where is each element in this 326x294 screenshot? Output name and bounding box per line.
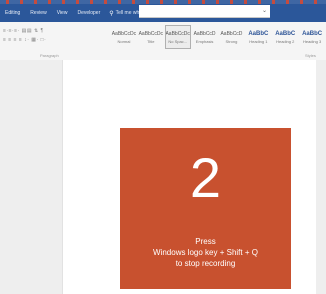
style-title[interactable]: AaBbCcDc Title xyxy=(138,25,164,49)
style-name: Heading 1 xyxy=(249,38,268,44)
style-preview: AaBbCcDc xyxy=(111,30,137,37)
styles-group-label: Styles xyxy=(305,53,316,58)
style-preview: AaBbCcDc xyxy=(138,30,164,37)
paragraph-tools-row-2[interactable]: ≡ ≡ ≡ ≡ ↕· ▦· □· xyxy=(3,36,107,45)
menu-item-view[interactable]: View xyxy=(52,10,73,16)
style-preview: AaBbCcDc xyxy=(165,30,190,37)
style-heading-1[interactable]: AaBbC Heading 1 xyxy=(245,25,271,49)
document-left-margin xyxy=(0,60,62,294)
style-name: Emphasis xyxy=(195,38,214,44)
menu-item-review[interactable]: Review xyxy=(25,10,51,16)
instruction-line-1: Press xyxy=(195,237,216,246)
style-name: Title xyxy=(147,38,155,44)
style-preview: AaBbC xyxy=(275,30,296,37)
style-strong[interactable]: AaBbCcD Strong xyxy=(219,25,245,49)
style-preview: AaBbCcD xyxy=(193,30,216,37)
ribbon: ≡·≡·≡· ▤▤ ⇅ ¶ ≡ ≡ ≡ ≡ ↕· ▦· □· Paragraph… xyxy=(0,22,326,61)
style-no-spacing[interactable]: AaBbCcDc No Spac... xyxy=(164,25,191,49)
paragraph-group-label: Paragraph xyxy=(40,53,59,58)
word-window: Editing Review View Developer ⚲ Tell me … xyxy=(0,0,326,294)
menu-item-developer[interactable]: Developer xyxy=(72,10,105,16)
chevron-down-icon[interactable]: ⌄ xyxy=(262,7,267,14)
style-heading-3[interactable]: AaBbC Heading 3 xyxy=(299,25,325,49)
style-name: Strong xyxy=(225,38,238,44)
recording-countdown-overlay: 2 Press Windows logo key + Shift + Q to … xyxy=(120,128,291,289)
style-preview: AaBbCcD xyxy=(220,30,243,37)
style-preview: AaBbC xyxy=(248,30,269,37)
style-normal[interactable]: AaBbCcDc Normal xyxy=(111,25,137,49)
style-heading-2[interactable]: AaBbC Heading 2 xyxy=(272,25,298,49)
styles-gallery: AaBbCcDc Normal AaBbCcDc Title AaBbCcDc … xyxy=(111,25,326,51)
style-emphasis[interactable]: AaBbCcD Emphasis xyxy=(192,25,218,49)
style-preview: AaBbC xyxy=(302,30,323,37)
countdown-number: 2 xyxy=(189,146,222,209)
style-name: Heading 3 xyxy=(302,38,322,44)
instruction-line-2: Windows logo key + Shift + Q xyxy=(153,248,258,257)
lightbulb-icon: ⚲ xyxy=(109,10,114,17)
style-name: Heading 2 xyxy=(276,38,295,44)
style-name: No Spac... xyxy=(168,38,188,44)
instruction-line-3: to stop recording xyxy=(175,259,236,268)
stop-recording-instructions: Press Windows logo key + Shift + Q to st… xyxy=(120,236,291,269)
paragraph-tools: ≡·≡·≡· ▤▤ ⇅ ¶ ≡ ≡ ≡ ≡ ↕· ▦· □· xyxy=(3,27,107,45)
menu-item-editing[interactable]: Editing xyxy=(0,10,25,16)
style-name: Normal xyxy=(117,38,131,44)
paragraph-tools-row-1[interactable]: ≡·≡·≡· ▤▤ ⇅ ¶ xyxy=(3,27,107,36)
document-right-margin xyxy=(316,60,326,294)
title-bar-box: ⌄ xyxy=(139,5,270,18)
